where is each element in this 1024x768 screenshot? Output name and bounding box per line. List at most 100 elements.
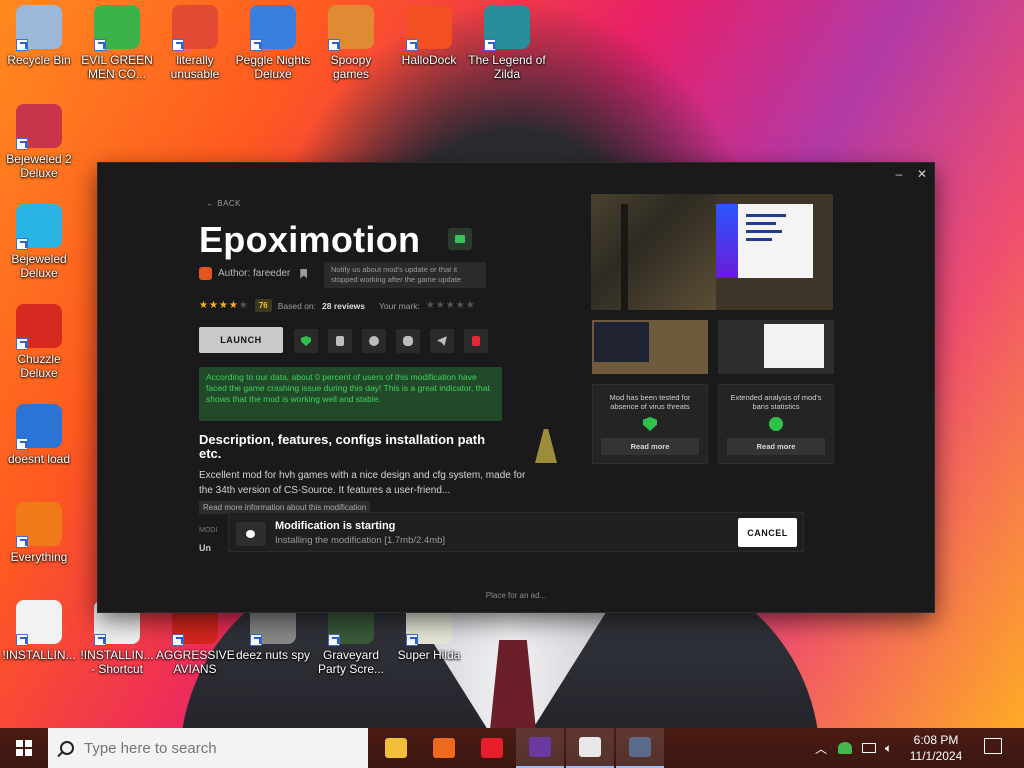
document-button[interactable] — [328, 329, 352, 353]
shortcut-arrow-icon — [16, 39, 28, 51]
winrar-icon — [529, 737, 551, 757]
clock[interactable]: 6:08 PM 11/1/2024 — [906, 732, 966, 764]
virus-read-more-button[interactable]: Read more — [601, 438, 699, 455]
taskbar-app[interactable] — [372, 728, 420, 768]
desktop-icon[interactable]: Everything — [0, 502, 78, 564]
telegram-button[interactable] — [430, 329, 454, 353]
desktop-icon-label: Everything — [10, 550, 68, 564]
desktop-icon[interactable]: Recycle Bin — [0, 5, 78, 67]
show-hidden-icons[interactable]: ︿ — [815, 728, 827, 768]
screenshot-main[interactable] — [591, 194, 833, 310]
install-progress-toast: Modification is starting Installing the … — [228, 512, 804, 552]
desktop-icon[interactable]: Chuzzle Deluxe — [0, 304, 78, 380]
toast-title: Modification is starting — [275, 520, 396, 532]
desktop-icon[interactable]: doesnt load — [0, 404, 78, 466]
desktop-icon[interactable]: EVIL GREEN MEN CO... — [78, 5, 156, 81]
network-icon[interactable] — [862, 728, 876, 768]
info-button[interactable] — [362, 329, 386, 353]
taskbar-app[interactable] — [468, 728, 516, 768]
taskbar-app[interactable] — [616, 728, 664, 768]
bans-read-more-button[interactable]: Read more — [727, 438, 825, 455]
cancel-button[interactable]: CANCEL — [738, 518, 797, 547]
desktop-icon[interactable]: Peggle Nights Deluxe — [234, 5, 312, 81]
bookmark-icon[interactable] — [300, 268, 308, 279]
taskbar-app[interactable] — [420, 728, 468, 768]
shortcut-arrow-icon — [94, 634, 106, 646]
document-icon — [336, 336, 344, 346]
desktop-icon-label: Spoopy games — [330, 53, 372, 81]
description-text: Excellent mod for hvh games with a nice … — [199, 470, 526, 496]
text-file-icon — [16, 600, 62, 646]
thunderbird-icon — [16, 404, 62, 450]
shortcut-arrow-icon — [172, 634, 184, 646]
based-on-label: Based on: — [277, 300, 317, 311]
desktop-icon[interactable]: !INSTALLIN... — [0, 600, 78, 662]
shortcut-arrow-icon — [16, 238, 28, 250]
reviews-count[interactable]: 28 reviews — [322, 301, 365, 311]
back-link[interactable]: ← BACK — [206, 199, 241, 208]
shortcut-arrow-icon — [250, 634, 262, 646]
network-status-icon[interactable] — [838, 728, 852, 768]
menu-strip — [716, 204, 738, 278]
windows-logo-icon — [16, 740, 32, 756]
desktop-icon[interactable]: HalloDock — [390, 5, 468, 67]
menu-line — [746, 230, 782, 233]
thumb-ui — [594, 322, 649, 362]
desktop-icon[interactable]: literally unusable — [156, 5, 234, 81]
desktop-icon[interactable]: The Legend of Zilda — [468, 5, 546, 81]
bug-icon — [403, 336, 413, 346]
desktop-icon-label: Bejeweled 2 Deluxe — [6, 152, 72, 180]
shortcut-arrow-icon — [16, 634, 28, 646]
thumb-ui — [764, 324, 824, 368]
start-button[interactable] — [0, 728, 48, 768]
screenshot-post — [621, 204, 628, 310]
chuzzle-icon — [16, 304, 62, 350]
modification-label: MODI — [199, 527, 218, 534]
desktop-icon[interactable]: Bejeweled 2 Deluxe — [0, 104, 78, 180]
search-input[interactable] — [84, 739, 334, 757]
taskbar-search[interactable] — [48, 728, 368, 768]
author-name: Author: fareeder — [218, 268, 291, 279]
volume-icon[interactable]: 🔈︎ — [885, 728, 892, 768]
screenshot-thumb-2[interactable] — [718, 320, 834, 374]
delete-button[interactable] — [464, 329, 488, 353]
shortcut-arrow-icon — [16, 438, 28, 450]
taskbar-app[interactable] — [566, 728, 614, 768]
bans-stats-card: Extended analysis of mod's bans statisti… — [718, 384, 834, 464]
notification-icon[interactable] — [984, 738, 1002, 754]
your-mark-stars[interactable]: ★★★★★ — [426, 300, 476, 311]
shortcut-arrow-icon — [406, 634, 418, 646]
desktop-icon-label: Bejeweled Deluxe — [11, 252, 67, 280]
taskbar-app[interactable] — [516, 728, 564, 768]
shortcut-arrow-icon — [16, 138, 28, 150]
desktop-icon-label: literally unusable — [170, 53, 220, 81]
desktop-icon-label: !INSTALLIN... - Shortcut — [80, 648, 154, 676]
desktop-icon-label: The Legend of Zilda — [468, 53, 546, 81]
minimize-button[interactable]: – — [890, 167, 908, 181]
close-button[interactable]: ✕ — [913, 167, 931, 181]
shortcut-arrow-icon — [16, 536, 28, 548]
desktop-icon-label: Peggle Nights Deluxe — [235, 53, 311, 81]
shield-icon — [301, 336, 311, 346]
desktop-icon[interactable]: Spoopy games — [312, 5, 390, 81]
back-label: BACK — [217, 199, 242, 208]
desktop-icon[interactable]: Bejeweled Deluxe — [0, 204, 78, 280]
menu-line — [746, 238, 772, 241]
desktop-icon-label: EVIL GREEN MEN CO... — [81, 53, 153, 81]
launcher-icon — [629, 737, 651, 757]
desktop-icon-label: doesnt load — [7, 452, 71, 466]
shortcut-arrow-icon — [328, 39, 340, 51]
bug-button[interactable] — [396, 329, 420, 353]
shield-button[interactable] — [294, 329, 318, 353]
screenshot-thumb-1[interactable] — [592, 320, 708, 374]
shortcut-arrow-icon — [484, 39, 496, 51]
menu-line — [746, 214, 786, 217]
desktop-icon-label: Recycle Bin — [7, 53, 71, 67]
screenshot-game-scene — [591, 194, 716, 310]
firefox-icon — [433, 738, 455, 758]
launch-button[interactable]: LAUNCH — [199, 327, 283, 353]
desktop-icon-label: Chuzzle Deluxe — [17, 352, 61, 380]
notify-tooltip: Notify us about mod's update or that it … — [324, 262, 486, 288]
virus-check-card: Mod has been tested for absence of virus… — [592, 384, 708, 464]
bans-gear-icon — [769, 417, 783, 431]
